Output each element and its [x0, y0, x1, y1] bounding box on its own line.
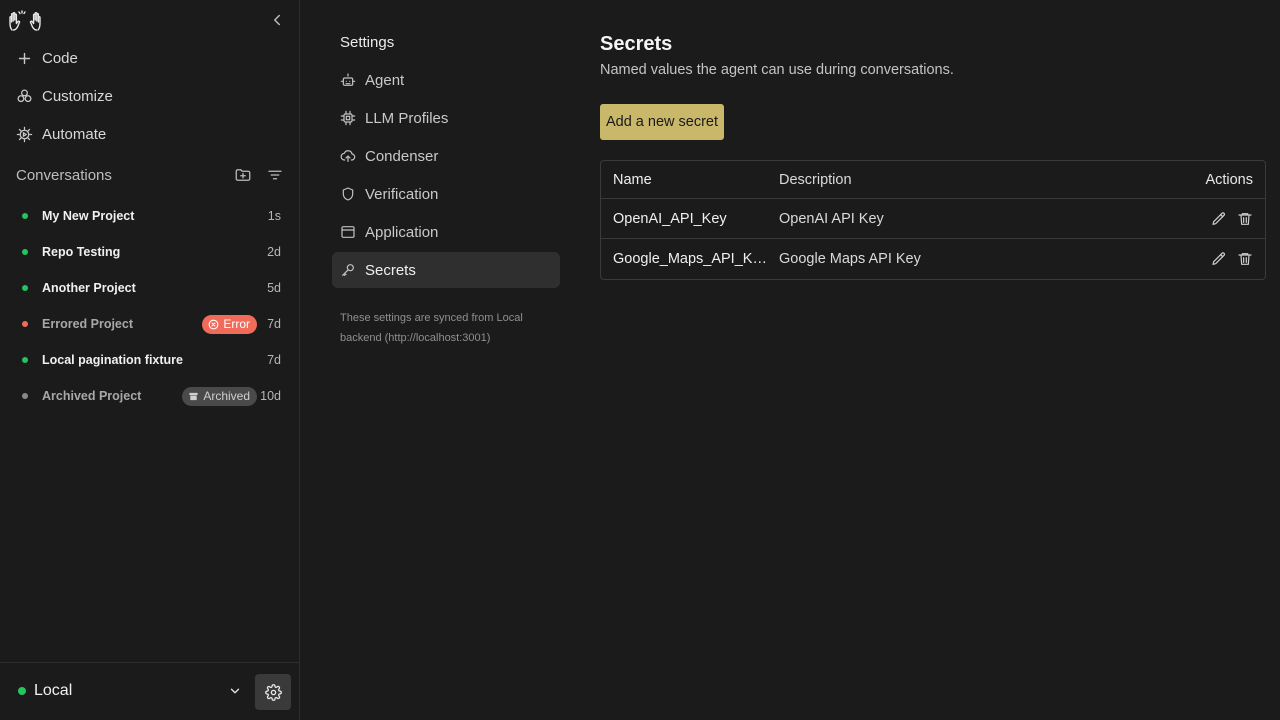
conversations-title: Conversations: [16, 166, 112, 184]
add-secret-button[interactable]: Add a new secret: [600, 104, 724, 140]
error-circle-icon: [208, 319, 219, 329]
header-actions: Actions: [1205, 171, 1253, 188]
page-title: Secrets: [600, 33, 673, 55]
status-dot: [22, 393, 28, 399]
robot-icon: [340, 73, 356, 86]
table-header: Name Description Actions: [601, 161, 1265, 199]
settings-item-label: Condenser: [365, 147, 439, 165]
cloud-upload-icon: [340, 150, 356, 162]
settings-title: Settings: [340, 34, 395, 51]
pencil-icon[interactable]: [1211, 211, 1227, 227]
automate-icon: [16, 126, 33, 142]
conversation-item[interactable]: Local pagination fixture 7d: [16, 348, 284, 372]
table-row: Google_Maps_API_Key Google Maps API Key: [601, 239, 1265, 279]
backend-selector[interactable]: Local: [16, 681, 242, 701]
hands-logo-icon[interactable]: [8, 9, 42, 33]
nav-customize[interactable]: Customize: [16, 84, 113, 108]
archived-badge: Archived: [182, 386, 257, 406]
settings-item-llm-profiles[interactable]: LLM Profiles: [332, 100, 560, 136]
conversation-name: Local pagination fixture: [42, 353, 183, 367]
pencil-icon[interactable]: [1211, 251, 1227, 267]
chevron-down-icon: [230, 688, 240, 694]
conversation-name: My New Project: [42, 209, 135, 223]
trash-icon[interactable]: [1237, 211, 1253, 227]
conversation-item[interactable]: Archived Project Archived 10d: [16, 384, 284, 408]
status-dot: [22, 249, 28, 255]
nav-customize-label: Customize: [42, 87, 113, 105]
secret-name: Google_Maps_API_Key: [613, 251, 768, 267]
secret-description: OpenAI API Key: [779, 210, 884, 227]
conversation-time: 5d: [267, 281, 281, 295]
filter-icon: [268, 170, 282, 180]
backend-status-dot: [18, 687, 26, 695]
settings-item-label: Verification: [365, 185, 439, 203]
conversation-name: Archived Project: [42, 389, 142, 403]
nav-automate[interactable]: Automate: [16, 122, 106, 146]
conversation-name: Repo Testing: [42, 245, 121, 259]
error-badge-label: Error: [223, 317, 250, 331]
sync-note: These settings are synced from Local bac…: [340, 312, 523, 344]
filter-button[interactable]: [266, 166, 284, 184]
new-folder-button[interactable]: [234, 166, 252, 184]
nav-code-label: Code: [42, 49, 78, 67]
conversation-item[interactable]: My New Project 1s: [16, 204, 284, 228]
sidebar-footer: Local: [0, 662, 299, 720]
row-actions: [1165, 251, 1265, 267]
sidebar: Code Customize Automate Conversations My: [0, 0, 300, 720]
status-dot: [22, 213, 28, 219]
backend-label: Local: [34, 682, 73, 699]
page-subtitle: Named values the agent can use during co…: [600, 62, 954, 78]
settings-item-agent[interactable]: Agent: [332, 62, 560, 98]
conversation-item[interactable]: Repo Testing 2d: [16, 240, 284, 264]
app-root: Code Customize Automate Conversations My: [0, 0, 1280, 720]
secrets-table: Name Description Actions OpenAI_API_Key …: [600, 160, 1266, 280]
settings-item-application[interactable]: Application: [332, 214, 560, 250]
plus-icon: [18, 52, 31, 64]
conversation-time: 2d: [267, 245, 281, 259]
row-actions: [1165, 211, 1265, 227]
conversation-time: 10d: [260, 389, 281, 403]
trash-icon[interactable]: [1237, 251, 1253, 267]
header-description: Description: [779, 171, 852, 188]
secret-name: OpenAI_API_Key: [613, 210, 727, 227]
conversations-header: Conversations: [16, 166, 284, 184]
settings-item-verification[interactable]: Verification: [332, 176, 560, 212]
puzzle-icon: [17, 88, 32, 102]
conversation-time: 7d: [267, 317, 281, 331]
header-name: Name: [613, 171, 652, 188]
conversation-time: 1s: [267, 209, 281, 223]
settings-item-condenser[interactable]: Condenser: [332, 138, 560, 174]
gear-icon: [264, 683, 282, 701]
nav-code[interactable]: Code: [16, 46, 78, 70]
table-row: OpenAI_API_Key OpenAI API Key: [601, 199, 1265, 239]
key-icon: [342, 264, 354, 276]
error-badge: Error: [202, 314, 257, 334]
settings-item-label: LLM Profiles: [365, 109, 449, 127]
chevron-left-icon[interactable]: [268, 11, 286, 29]
conversation-name: Another Project: [42, 281, 136, 295]
shield-icon: [342, 187, 354, 201]
status-dot: [22, 321, 28, 327]
window-icon: [341, 226, 355, 238]
settings-item-secrets[interactable]: Secrets: [332, 252, 560, 288]
secret-description: Google Maps API Key: [779, 251, 921, 267]
conversation-item[interactable]: Another Project 5d: [16, 276, 284, 300]
folder-plus-icon: [235, 169, 251, 181]
settings-button[interactable]: [255, 674, 291, 710]
conversation-item[interactable]: Errored Project Error 7d: [16, 312, 284, 336]
conversation-name: Errored Project: [42, 317, 134, 331]
settings-item-label: Application: [365, 223, 439, 241]
settings-item-label: Agent: [365, 71, 405, 89]
nav-automate-label: Automate: [42, 125, 107, 143]
conversations-actions: [234, 166, 284, 184]
status-dot: [22, 357, 28, 363]
settings-item-label: Secrets: [365, 261, 416, 279]
conversation-time: 7d: [267, 353, 281, 367]
status-dot: [22, 285, 28, 291]
archived-badge-label: Archived: [203, 389, 250, 403]
archive-box-icon: [189, 392, 198, 400]
chip-icon: [340, 110, 356, 126]
